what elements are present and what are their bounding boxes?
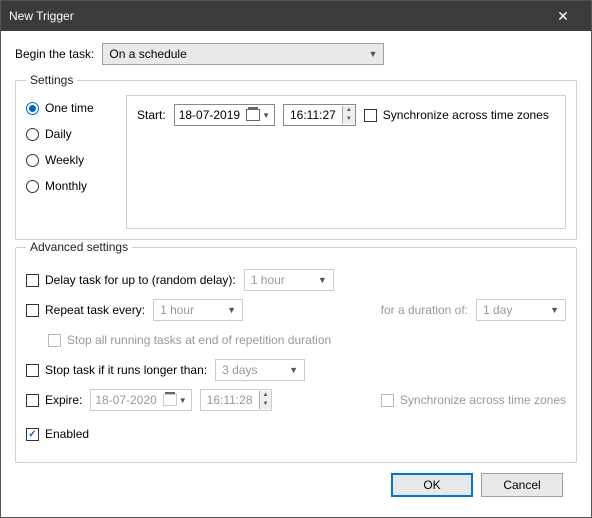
dialog-footer: OK Cancel: [15, 463, 577, 507]
advanced-legend: Advanced settings: [26, 240, 132, 254]
begin-task-combo[interactable]: On a schedule ▼: [102, 43, 384, 65]
settings-panel: Start: 18-07-2019 ▼ 16:11:27 ▲▼ Synchron…: [126, 95, 566, 229]
stop-longer-label: Stop task if it runs longer than:: [45, 363, 207, 377]
repeat-checkbox[interactable]: Repeat task every:: [26, 303, 145, 317]
radio-label: Daily: [45, 127, 72, 141]
begin-task-label: Begin the task:: [15, 47, 94, 61]
radio-label: Monthly: [45, 179, 87, 193]
repeat-value: 1 hour: [160, 303, 194, 317]
radio-weekly[interactable]: Weekly: [26, 153, 126, 167]
start-label: Start:: [137, 108, 166, 122]
enabled-checkbox[interactable]: Enabled: [26, 427, 89, 441]
dialog-content: Begin the task: On a schedule ▼ Settings…: [1, 31, 591, 517]
start-date-value: 18-07-2019: [179, 108, 240, 122]
delay-value: 1 hour: [251, 273, 285, 287]
advanced-fieldset: Advanced settings Delay task for up to (…: [15, 240, 577, 463]
calendar-icon: [246, 109, 260, 121]
stop-longer-combo[interactable]: 3 days ▼: [215, 359, 305, 381]
chevron-down-icon: ▼: [318, 275, 327, 285]
delay-checkbox[interactable]: Delay task for up to (random delay):: [26, 273, 236, 287]
close-icon[interactable]: ✕: [543, 8, 583, 25]
radio-label: Weekly: [45, 153, 84, 167]
duration-combo[interactable]: 1 day ▼: [476, 299, 566, 321]
stop-longer-value: 3 days: [222, 363, 257, 377]
stop-repeat-checkbox: Stop all running tasks at end of repetit…: [48, 333, 331, 347]
radio-one-time[interactable]: One time: [26, 101, 126, 115]
chevron-down-icon: ▼: [289, 365, 298, 375]
repeat-label: Repeat task every:: [45, 303, 145, 317]
expire-time-input[interactable]: 16:11:28 ▲▼: [200, 389, 273, 411]
begin-task-value: On a schedule: [109, 47, 186, 61]
time-spinner[interactable]: ▲▼: [259, 391, 272, 409]
radio-daily[interactable]: Daily: [26, 127, 126, 141]
stop-repeat-label: Stop all running tasks at end of repetit…: [67, 333, 331, 347]
expire-sync-label: Synchronize across time zones: [400, 393, 566, 407]
ok-button[interactable]: OK: [391, 473, 473, 497]
calendar-icon: [163, 394, 177, 406]
duration-label: for a duration of:: [381, 303, 468, 317]
start-time-value: 16:11:27: [284, 108, 342, 122]
title-bar: New Trigger ✕: [1, 1, 591, 31]
delay-combo[interactable]: 1 hour ▼: [244, 269, 334, 291]
chevron-down-icon: ▼: [368, 49, 377, 59]
expire-date-value: 18-07-2020: [95, 393, 156, 407]
radio-monthly[interactable]: Monthly: [26, 179, 126, 193]
duration-value: 1 day: [483, 303, 512, 317]
expire-label: Expire:: [45, 393, 82, 407]
radio-label: One time: [45, 101, 94, 115]
sync-timezone-checkbox[interactable]: Synchronize across time zones: [364, 108, 549, 122]
start-date-input[interactable]: 18-07-2019 ▼: [174, 104, 275, 126]
settings-fieldset: Settings One time Daily Weekly Monthly: [15, 73, 577, 240]
chevron-down-icon: ▼: [227, 305, 236, 315]
enabled-label: Enabled: [45, 427, 89, 441]
window-title: New Trigger: [9, 9, 543, 23]
chevron-down-icon: ▼: [550, 305, 559, 315]
settings-legend: Settings: [26, 73, 77, 87]
chevron-down-icon: ▼: [179, 396, 187, 405]
schedule-options: One time Daily Weekly Monthly: [26, 95, 126, 229]
delay-label: Delay task for up to (random delay):: [45, 273, 236, 287]
stop-longer-checkbox[interactable]: Stop task if it runs longer than:: [26, 363, 207, 377]
expire-checkbox[interactable]: Expire:: [26, 393, 82, 407]
start-time-input[interactable]: 16:11:27 ▲▼: [283, 104, 356, 126]
expire-time-value: 16:11:28: [201, 393, 259, 407]
expire-date-input[interactable]: 18-07-2020 ▼: [90, 389, 191, 411]
expire-sync-checkbox: Synchronize across time zones: [381, 393, 566, 407]
repeat-combo[interactable]: 1 hour ▼: [153, 299, 243, 321]
time-spinner[interactable]: ▲▼: [342, 106, 355, 124]
chevron-down-icon: ▼: [262, 111, 270, 120]
cancel-button[interactable]: Cancel: [481, 473, 563, 497]
sync-timezone-label: Synchronize across time zones: [383, 108, 549, 122]
